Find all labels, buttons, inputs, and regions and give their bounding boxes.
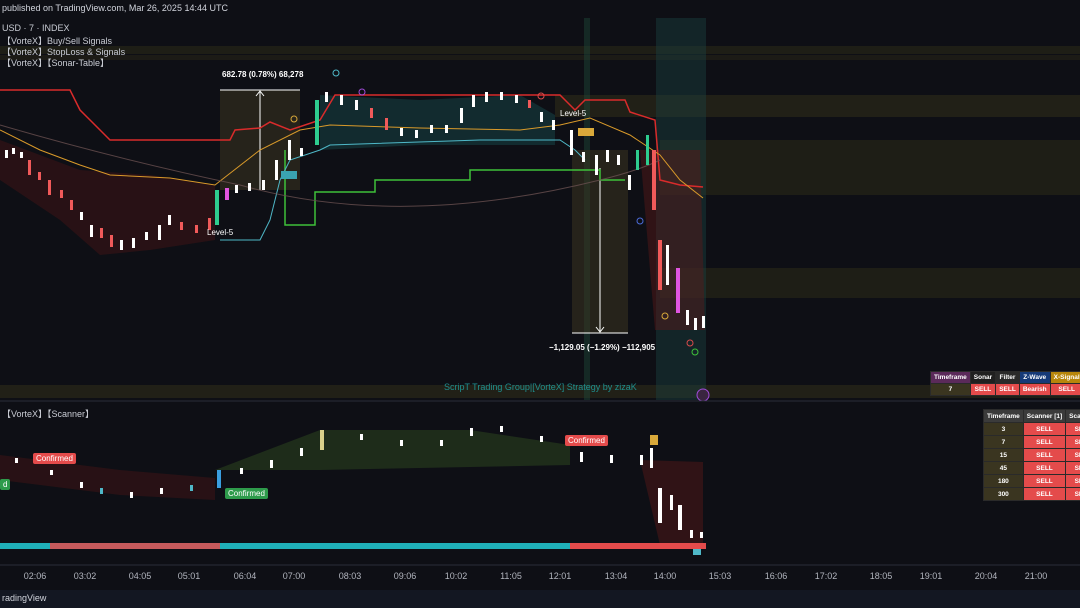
time-tick: 03:02 xyxy=(73,571,97,581)
sonar-cell-xsignal: SELL xyxy=(1049,383,1080,396)
level-label-right: Level-5 xyxy=(560,109,587,118)
time-tick: 09:06 xyxy=(393,571,417,581)
time-tick: 21:00 xyxy=(1024,571,1048,581)
sonar-cell-sonar: SELL xyxy=(969,383,997,396)
scanner-cell: SE xyxy=(1065,448,1080,462)
scanner-tf: 45 xyxy=(983,461,1024,475)
time-tick: 06:04 xyxy=(233,571,257,581)
time-tick: 08:03 xyxy=(338,571,362,581)
scanner-cell: SE xyxy=(1065,422,1080,436)
level-label-left: Level-5 xyxy=(207,228,234,237)
scanner-tf: 300 xyxy=(983,487,1024,501)
time-tick: 10:02 xyxy=(444,571,468,581)
scanner-header-1: Scanner [1] xyxy=(1022,409,1067,423)
zone-band xyxy=(660,268,1080,298)
scanner-cell: SELL xyxy=(1022,461,1067,475)
scanner-cell: SELL xyxy=(1022,474,1067,488)
confirmed-label: Confirmed xyxy=(225,488,268,499)
chart-canvas[interactable] xyxy=(0,0,1080,608)
sonar-header-timeframe: Timeframe xyxy=(930,371,971,384)
sell-tag xyxy=(578,128,594,136)
symbol-label[interactable]: USD · 7 · INDEX xyxy=(2,23,70,33)
time-tick: 05:01 xyxy=(177,571,201,581)
confirmed-label: Confirmed xyxy=(33,453,76,464)
scanner-table: Timeframe Scanner [1] Scann 3 SELL SE 7 … xyxy=(983,409,1080,501)
sonar-cell-zwave: Bearish xyxy=(1018,383,1051,396)
footer-bar: radingView xyxy=(0,590,1080,608)
scanner-label[interactable]: 【VorteX】【Scanner】 xyxy=(2,407,94,420)
scanner-header-timeframe: Timeframe xyxy=(983,409,1024,423)
scanner-cell: SELL xyxy=(1022,487,1067,501)
time-tick: 15:03 xyxy=(708,571,732,581)
scanner-cell: SE xyxy=(1065,435,1080,449)
scanner-cell: SELL xyxy=(1022,448,1067,462)
lightning-icon xyxy=(696,388,710,402)
buy-tag xyxy=(281,171,297,179)
signal-strip-bear xyxy=(570,543,706,549)
footer-brand: radingView xyxy=(2,593,47,603)
sonar-header-zwave: Z-Wave xyxy=(1018,371,1051,384)
sonar-header-filter: Filter xyxy=(995,371,1020,384)
sonar-header-sonar: Sonar xyxy=(969,371,997,384)
sonar-cell-filter: SELL xyxy=(995,383,1020,396)
zone-band xyxy=(660,140,1080,195)
chart-header: published on TradingView.com, Mar 26, 20… xyxy=(2,3,228,13)
scanner-header-2: Scann xyxy=(1065,409,1080,423)
measure-up-label: 682.78 (0.78%) 68,278 xyxy=(222,70,304,79)
time-tick: 16:06 xyxy=(764,571,788,581)
time-tick: 20:04 xyxy=(974,571,998,581)
time-tick: 18:05 xyxy=(869,571,893,581)
zone-band xyxy=(0,55,1080,60)
measure-down-label: −1,129.05 (−1.29%) −112,905 xyxy=(549,343,656,352)
scanner-cell: SELL xyxy=(1022,435,1067,449)
time-tick: 02:06 xyxy=(23,571,47,581)
scanner-tf: 180 xyxy=(983,474,1024,488)
scanner-cell: SE xyxy=(1065,461,1080,475)
sonar-table: Timeframe Sonar Filter Z-Wave X-Signal X… xyxy=(930,371,1080,396)
time-tick: 14:00 xyxy=(653,571,677,581)
time-tick: 19:01 xyxy=(919,571,943,581)
scanner-cell: SE xyxy=(1065,474,1080,488)
strategy-watermark: ScripT Trading Group|[VorteX] Strategy b… xyxy=(444,382,637,392)
scanner-tf: 3 xyxy=(983,422,1024,436)
time-tick: 04:05 xyxy=(128,571,152,581)
sonar-cell-timeframe: 7 xyxy=(930,383,971,396)
scanner-cell: SELL xyxy=(1022,422,1067,436)
edge-label: d xyxy=(0,479,11,490)
time-tick: 13:04 xyxy=(604,571,628,581)
indicator-sonar-table[interactable]: 【VorteX】【Sonar-Table】 xyxy=(2,56,109,69)
confirmed-label: Confirmed xyxy=(565,435,608,446)
time-tick: 17:02 xyxy=(814,571,838,581)
zone-band xyxy=(0,46,1080,54)
scanner-tf: 7 xyxy=(983,435,1024,449)
time-tick: 07:00 xyxy=(282,571,306,581)
scanner-tf: 15 xyxy=(983,448,1024,462)
sonar-header-xsignal: X-Signal xyxy=(1049,371,1080,384)
time-tick: 12:01 xyxy=(548,571,572,581)
scanner-cell: SE xyxy=(1065,487,1080,501)
time-tick: 11:05 xyxy=(500,571,522,581)
published-text: published on TradingView.com, Mar 26, 20… xyxy=(2,3,228,13)
